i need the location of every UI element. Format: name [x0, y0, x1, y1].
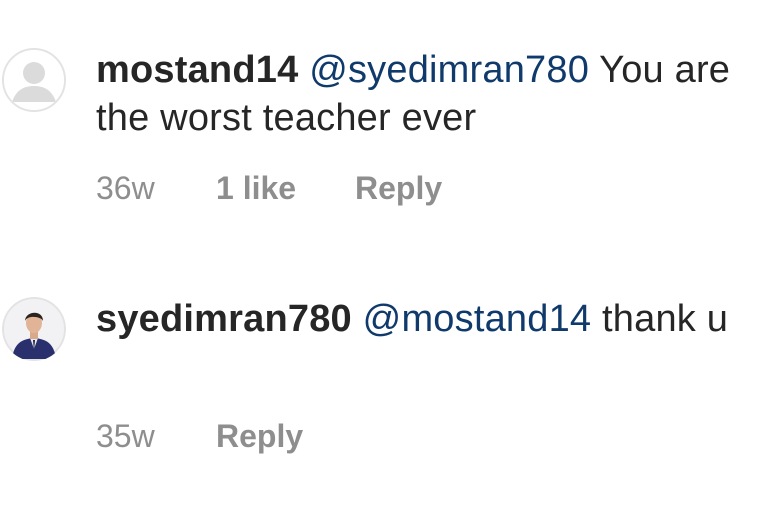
profile-photo[interactable]	[2, 297, 66, 361]
reply-button[interactable]: Reply	[216, 416, 303, 456]
comment-mention[interactable]: @mostand14	[363, 298, 592, 340]
comment-text: syedimran780 @mostand14 thank u	[96, 295, 768, 343]
comment-likes-count[interactable]: 1 like	[216, 168, 296, 208]
comment-username[interactable]: syedimran780	[96, 298, 352, 340]
comment-mention[interactable]: @syedimran780	[309, 49, 589, 91]
reply-button[interactable]: Reply	[355, 168, 442, 208]
comment-body: thank u	[602, 298, 729, 340]
comment-timestamp: 35w	[96, 418, 155, 454]
default-avatar-icon[interactable]	[2, 48, 66, 112]
comment-username[interactable]: mostand14	[96, 49, 298, 91]
comment-timestamp: 36w	[96, 170, 155, 206]
comment-text: mostand14 @syedimran780 You are the wors…	[96, 46, 768, 142]
